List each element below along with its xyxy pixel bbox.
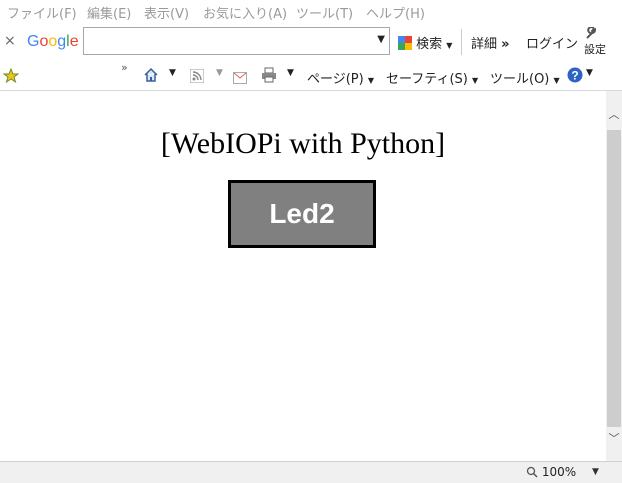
page-menu[interactable]: ページ(P) ▼ (307, 68, 374, 87)
google-search-label: 検索 (416, 37, 443, 52)
toolbar-divider (461, 29, 462, 55)
home-dropdown-icon[interactable]: ▼ (169, 68, 176, 78)
detail-label: 詳細 (471, 37, 498, 52)
safety-menu-label: セーフティ(S) (386, 72, 468, 87)
page-content: [WebIOPi with Python] Led2 (0, 91, 606, 461)
rss-icon[interactable] (189, 68, 205, 87)
google-search-button[interactable]: 検索 ▼ (398, 33, 452, 52)
chevron-down-icon: ▼ (446, 41, 453, 50)
help-dropdown-icon[interactable]: ▼ (586, 68, 593, 78)
status-bar: 100% ▼ (0, 461, 622, 483)
zoom-icon (526, 466, 538, 481)
double-chevron-icon: » (501, 37, 510, 52)
chevron-down-icon: ▼ (553, 76, 560, 85)
google-search-input[interactable]: ▼ (83, 27, 390, 55)
rss-dropdown-icon[interactable]: ▼ (216, 68, 223, 78)
settings-button[interactable]: 設定 (584, 26, 606, 57)
help-icon[interactable]: ? (567, 67, 583, 87)
mail-icon[interactable] (233, 69, 247, 88)
zoom-value: 100% (541, 465, 577, 479)
favorites-star-icon[interactable] (2, 67, 20, 88)
close-icon[interactable]: × (4, 33, 16, 49)
print-icon[interactable] (261, 67, 277, 87)
menu-help[interactable]: ヘルプ(H) (366, 3, 425, 22)
home-icon[interactable] (143, 67, 159, 87)
settings-label: 設定 (584, 43, 606, 56)
zoom-dropdown-icon[interactable]: ▼ (592, 467, 599, 477)
scroll-down-icon[interactable]: ﹀ (606, 430, 622, 446)
google-logo: Google (27, 33, 79, 50)
svg-text:?: ? (571, 69, 578, 83)
led2-button[interactable]: Led2 (228, 180, 376, 248)
menu-tools[interactable]: ツール(T) (296, 3, 353, 22)
tools-menu-label: ツール(O) (490, 72, 550, 87)
page-menu-label: ページ(P) (307, 72, 364, 87)
command-bar: » ▼ ▼ ▼ ページ(P) ▼ セーフティ(S) ▼ ツール(O) ▼ ? ▼ (0, 61, 622, 91)
menu-file[interactable]: ファイル(F) (7, 3, 77, 22)
login-link[interactable]: ログイン (526, 33, 578, 52)
detail-button[interactable]: 詳細 » (471, 33, 510, 52)
menu-bar: ファイル(F) 編集(E) 表示(V) お気に入り(A) ツール(T) ヘルプ(… (0, 0, 622, 24)
print-dropdown-icon[interactable]: ▼ (287, 68, 294, 78)
safety-menu[interactable]: セーフティ(S) ▼ (386, 68, 478, 87)
tools-menu[interactable]: ツール(O) ▼ (490, 68, 560, 87)
zoom-control[interactable]: 100% (526, 465, 576, 481)
menu-edit[interactable]: 編集(E) (87, 3, 131, 22)
scrollbar-thumb[interactable] (607, 130, 621, 427)
overflow-chevron-icon[interactable]: » (121, 61, 128, 74)
scroll-up-icon[interactable]: ︿ (606, 106, 622, 122)
chevron-down-icon: ▼ (367, 76, 375, 85)
search-dropdown-icon[interactable]: ▼ (377, 34, 385, 45)
chevron-down-icon: ▼ (471, 76, 479, 85)
google-search-icon (398, 36, 412, 50)
page-title: [WebIOPi with Python] (160, 127, 446, 160)
menu-view[interactable]: 表示(V) (144, 3, 189, 22)
wrench-icon (584, 26, 598, 41)
menu-favorites[interactable]: お気に入り(A) (203, 3, 287, 22)
google-toolbar: × Google ▼ 検索 ▼ 詳細 » ログイン 設定 (0, 25, 622, 61)
